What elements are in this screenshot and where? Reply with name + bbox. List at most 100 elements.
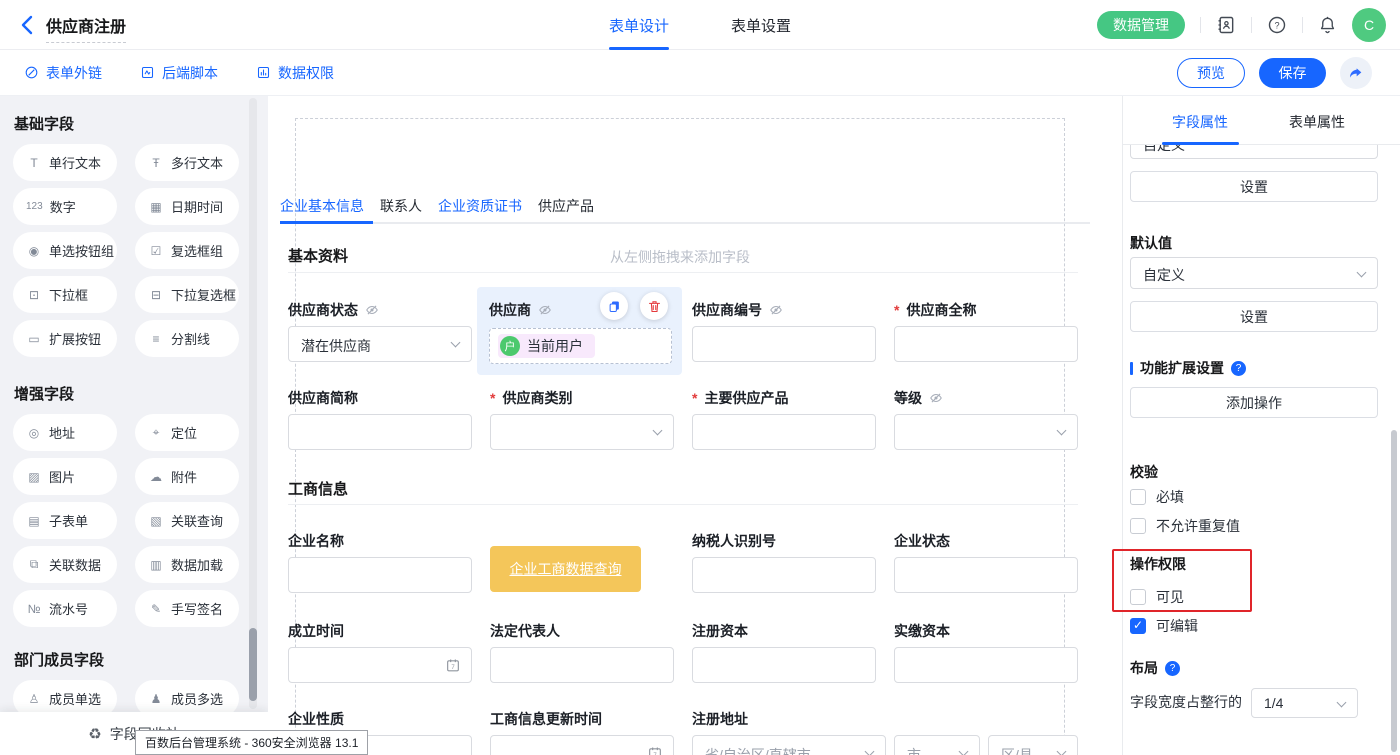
supplier-category-select[interactable] [490,414,674,450]
link-icon [24,65,39,80]
save-button[interactable]: 保存 [1259,58,1326,88]
preview-button[interactable]: 预览 [1177,58,1245,88]
tab-form-design[interactable]: 表单设计 [609,0,669,50]
checkbox-editable[interactable]: 可编辑 [1130,616,1198,636]
help-question-icon[interactable] [1165,661,1180,676]
sidebar-item-checkbox-group[interactable]: ☑复选框组 [135,232,239,269]
tab-form-settings[interactable]: 表单设置 [731,0,791,50]
section-title-business-info: 工商信息 [288,478,348,499]
form-canvas: 企业基本信息 联系人 企业资质证书 供应产品 基本资料 从左侧拖拽来添加字段 供… [268,96,1122,755]
sidebar-item-datetime[interactable]: ▦日期时间 [135,188,239,225]
help-icon[interactable]: ? [1267,15,1287,35]
add-action-button[interactable]: 添加操作 [1130,387,1378,418]
sidebar-item-multi-text[interactable]: Ŧ多行文本 [135,144,239,181]
supplier-no-input[interactable] [692,326,876,362]
layout-width-select[interactable]: 1/4 [1251,688,1358,718]
legal-rep-input[interactable] [490,647,674,683]
established-date-input[interactable]: 7 [288,647,472,683]
sidebar-item-relation-data[interactable]: ⧉关联数据 [13,546,117,583]
sidebar-item-divider[interactable]: ≡分割线 [135,320,239,357]
backend-script-button[interactable]: 后端脚本 [140,63,218,83]
checkbox-required[interactable]: 必填 [1130,487,1184,507]
district-select[interactable]: 区/县 [988,735,1078,755]
inspector-scrollbar-thumb[interactable] [1391,430,1397,752]
supplier-fullname-input[interactable] [894,326,1078,362]
company-name-input[interactable] [288,557,472,593]
form-tab-contacts[interactable]: 联系人 [380,196,422,216]
help-question-icon[interactable] [1231,361,1246,376]
taxpayer-id-input[interactable] [692,557,876,593]
layout-width-label: 字段宽度占整行的 [1130,692,1242,712]
business-data-query-button[interactable]: 企业工商数据查询 [490,546,641,592]
tab-field-properties[interactable]: 字段属性 [1172,112,1228,132]
grade-select[interactable] [894,414,1078,450]
supplier-shortname-input[interactable] [288,414,472,450]
form-tab-company-info[interactable]: 企业基本信息 [280,196,364,216]
sidebar-item-signature[interactable]: ✎手写签名 [135,590,239,627]
contact-book-icon[interactable] [1216,15,1236,35]
checkbox-unchecked [1130,518,1146,534]
sidebar-item-image[interactable]: ▨图片 [13,458,117,495]
settings-button-2[interactable]: 设置 [1130,301,1378,332]
company-status-input[interactable] [894,557,1078,593]
tab-form-properties[interactable]: 表单属性 [1289,112,1345,132]
paid-capital-input[interactable] [894,647,1078,683]
clipped-select-box[interactable]: 自定义 [1130,145,1378,159]
notification-bell-icon[interactable] [1318,15,1337,35]
delete-field-button[interactable] [640,292,668,320]
required-asterisk: * [692,390,697,406]
city-select[interactable]: 市 [894,735,980,755]
sidebar-item-data-load[interactable]: ▥数据加载 [135,546,239,583]
settings-button-1[interactable]: 设置 [1130,171,1378,202]
default-value-select[interactable]: 自定义 [1130,257,1378,289]
form-tab-certificates[interactable]: 企业资质证书 [438,196,522,216]
checkbox-icon: ☑ [148,244,164,258]
sidebar-item-single-text[interactable]: T单行文本 [13,144,117,181]
checkbox-no-duplicate[interactable]: 不允许重复值 [1130,516,1240,536]
main-products-input[interactable] [692,414,876,450]
sidebar-item-relation-query[interactable]: ▧关联查询 [135,502,239,539]
bar-chart-icon: ▥ [148,558,164,572]
supplier-status-select[interactable]: 潜在供应商 [288,326,472,362]
section-divider [288,504,1078,505]
checkbox-visible[interactable]: 可见 [1130,587,1184,607]
external-link-button[interactable]: 表单外链 [24,63,102,83]
reg-capital-input[interactable] [692,647,876,683]
biz-update-time-input[interactable]: 7 [490,735,674,755]
data-manage-button[interactable]: 数据管理 [1097,11,1185,39]
section-divider [288,272,1078,273]
user-avatar[interactable]: C [1352,8,1386,42]
share-button[interactable] [1340,57,1372,89]
inspector-tabs: 字段属性 表单属性 [1123,96,1400,145]
data-permission-button[interactable]: 数据权限 [256,63,334,83]
sidebar-item-subform[interactable]: ▤子表单 [13,502,117,539]
multi-text-icon: Ŧ [148,156,164,170]
sidebar-item-dropdown[interactable]: ⊡下拉框 [13,276,117,313]
sidebar-scrollbar-thumb[interactable] [249,628,257,701]
sidebar-item-extend-button[interactable]: ▭扩展按钮 [13,320,117,357]
subform-icon: ▤ [26,514,42,528]
selected-field-supplier[interactable]: 供应商 户 当前用户 [477,287,682,375]
sidebar-item-number[interactable]: 123数字 [13,188,117,225]
clipped-select: 自定义 [1130,145,1378,161]
sidebar-item-attachment[interactable]: ☁附件 [135,458,239,495]
copy-field-button[interactable] [600,292,628,320]
field-biz-update-time: 工商信息更新时间 7 [490,709,674,755]
number-icon: 123 [26,201,43,212]
sidebar-item-location[interactable]: ⌖定位 [135,414,239,451]
sidebar-item-multi-dropdown[interactable]: ⊟下拉复选框 [135,276,239,313]
sidebar-item-radio-group[interactable]: ◉单选按钮组 [13,232,117,269]
calendar-icon: 7 [445,657,461,679]
sidebar-item-address[interactable]: ◎地址 [13,414,117,451]
province-select[interactable]: 省/自治区/直辖市 [692,735,886,755]
field-taxpayer-id: 纳税人识别号 [692,531,876,593]
required-asterisk: * [490,390,495,406]
field-supplier-status: 供应商状态 潜在供应商 [288,300,472,362]
chevron-down-icon [451,338,461,348]
form-tab-products[interactable]: 供应产品 [538,196,594,216]
checkbox-checked [1130,618,1146,634]
field-main-products: *主要供应产品 [692,388,876,450]
supplier-field-input[interactable]: 户 当前用户 [489,328,672,364]
sidebar-item-serial-number[interactable]: №流水号 [13,590,117,627]
copy-icon [607,299,622,314]
